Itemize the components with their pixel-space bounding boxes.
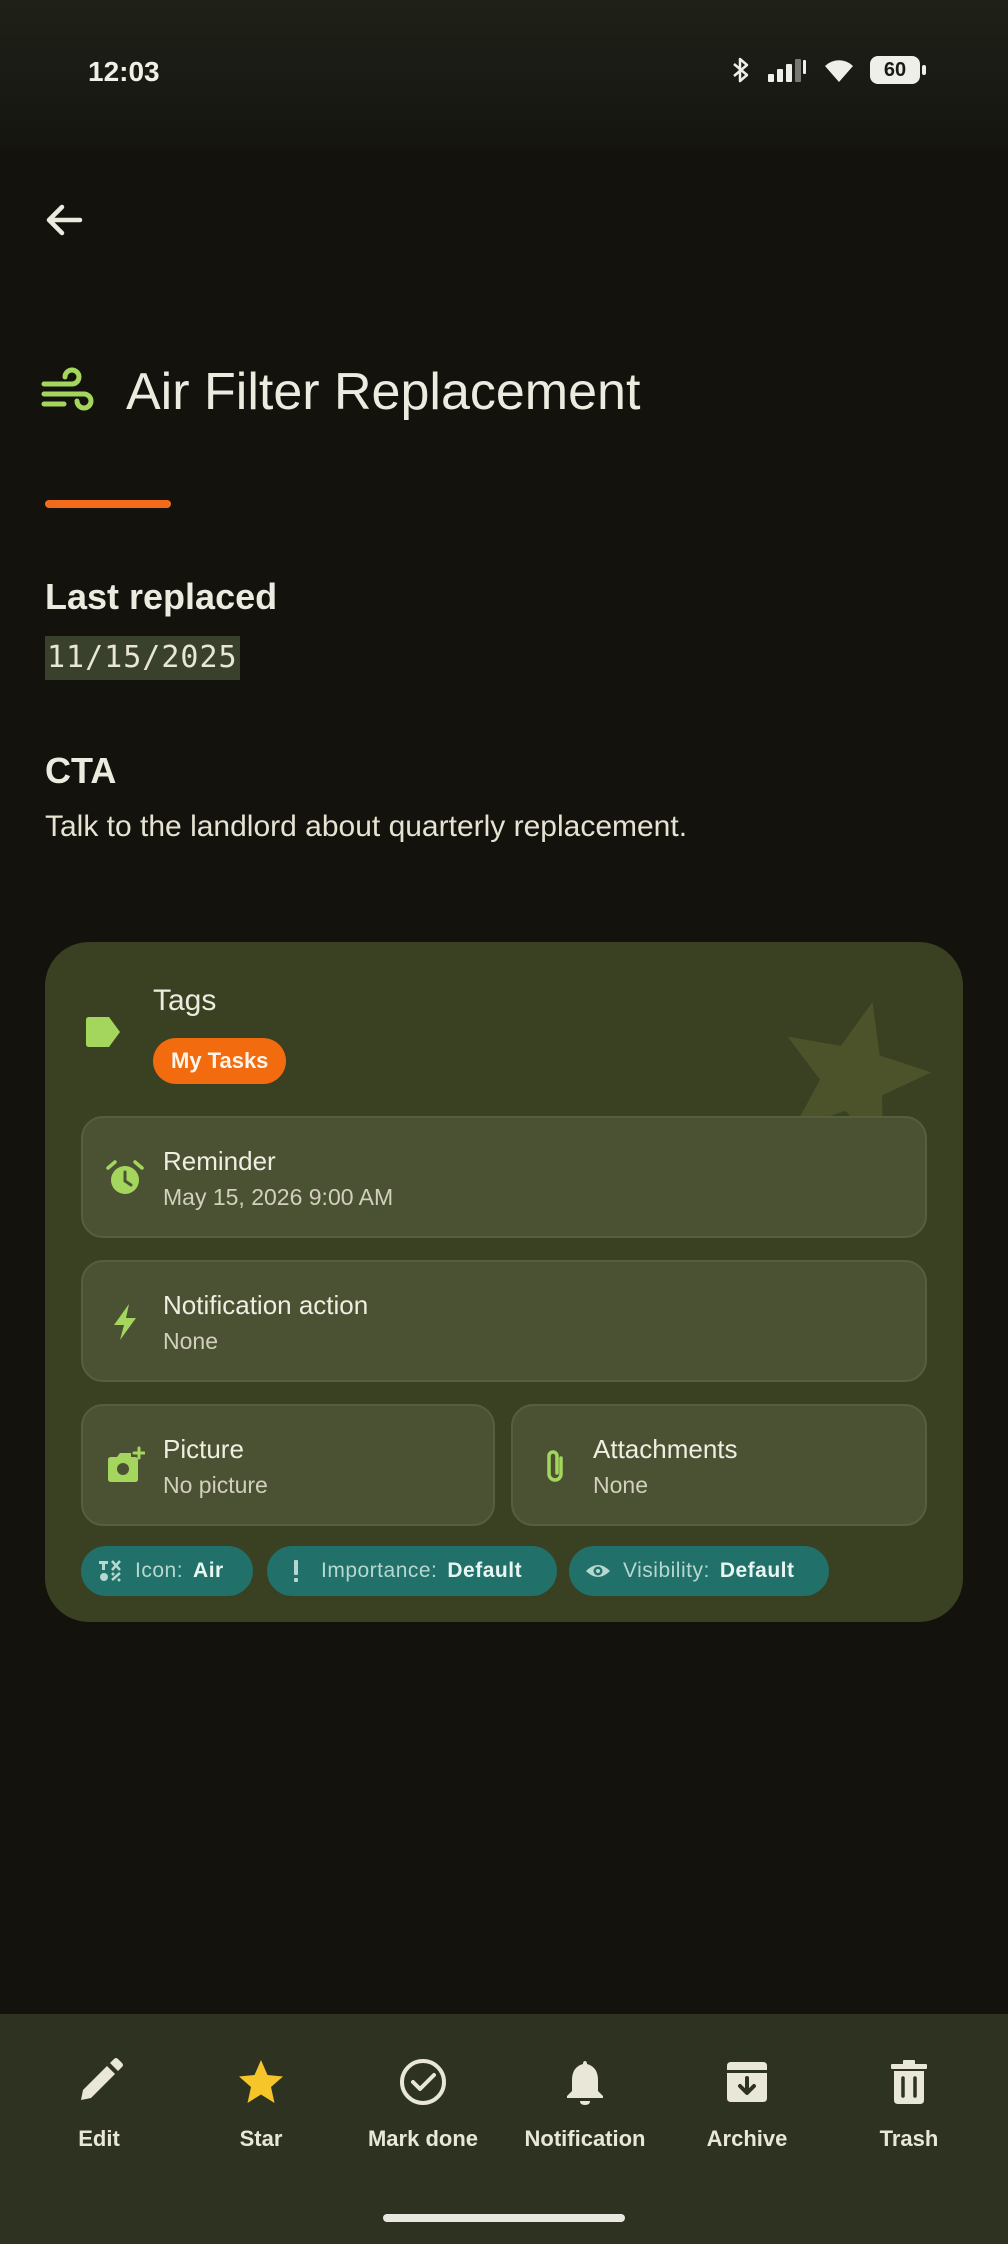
- attachments-title: Attachments: [593, 1434, 738, 1464]
- task-header: Air Filter Replacement: [40, 362, 640, 422]
- status-time: 12:03: [88, 56, 160, 87]
- star-icon: [239, 2060, 283, 2103]
- notification-action-tile[interactable]: Notification action None: [81, 1260, 927, 1382]
- paperclip-icon: [547, 1450, 563, 1482]
- visibility-chip-key: Visibility:: [623, 1559, 710, 1582]
- icon-chip[interactable]: Icon: Air: [81, 1546, 253, 1596]
- trash-icon: [891, 2060, 927, 2104]
- eye-icon: [586, 1565, 610, 1577]
- wifi-icon: [825, 60, 853, 82]
- star-label: Star: [239, 2126, 283, 2151]
- importance-chip[interactable]: Importance: Default: [267, 1546, 557, 1596]
- edit-label: Edit: [78, 2126, 120, 2151]
- picture-value: No picture: [163, 1472, 268, 1498]
- icon-chip-value: Air: [193, 1559, 224, 1582]
- reminder-title: Reminder: [163, 1146, 276, 1176]
- trash-label: Trash: [879, 2126, 939, 2151]
- bottom-action-bar: Edit Star Mark done Notification Archive: [0, 2014, 1008, 2244]
- bluetooth-icon: [733, 57, 749, 83]
- edit-button[interactable]: Edit: [19, 2056, 179, 2176]
- tag-icon: [86, 1017, 120, 1047]
- add-photo-icon: [108, 1446, 145, 1482]
- attachments-value: None: [593, 1472, 648, 1498]
- picture-title: Picture: [163, 1434, 244, 1464]
- status-bar: 12:03 60: [0, 0, 1008, 150]
- importance-chip-key: Importance:: [321, 1559, 438, 1582]
- status-icons: 60: [730, 56, 926, 84]
- importance-chip-value: Default: [447, 1559, 523, 1582]
- check-circle-icon: [400, 2059, 446, 2105]
- section-label-last-replaced: Last replaced: [45, 576, 278, 617]
- section-label-cta: CTA: [45, 750, 117, 791]
- visibility-chip-value: Default: [719, 1559, 795, 1582]
- back-arrow-icon[interactable]: [40, 196, 88, 244]
- bell-icon: [567, 2061, 603, 2105]
- notification-label: Notification: [524, 2126, 646, 2151]
- last-replaced-date[interactable]: 11/15/2025: [45, 636, 240, 680]
- trash-button[interactable]: Trash: [829, 2056, 989, 2176]
- air-wind-icon: [41, 367, 94, 411]
- reminder-tile[interactable]: Reminder May 15, 2026 9:00 AM: [81, 1116, 927, 1238]
- alarm-clock-icon: [106, 1160, 144, 1194]
- icon-picker-icon: [99, 1560, 121, 1582]
- exclamation-icon: [294, 1560, 298, 1582]
- task-properties-card: Tags My Tasks Reminder May 15, 2026 9:00…: [45, 942, 963, 1622]
- signal-icon: [768, 59, 806, 82]
- archive-button[interactable]: Archive: [667, 2056, 827, 2176]
- icon-chip-key: Icon:: [135, 1559, 184, 1582]
- reminder-value: May 15, 2026 9:00 AM: [163, 1184, 394, 1210]
- lightning-bolt-icon: [114, 1304, 136, 1340]
- picture-tile[interactable]: Picture No picture: [81, 1404, 495, 1526]
- home-indicator[interactable]: [383, 2214, 625, 2222]
- title-accent-divider: [45, 500, 171, 508]
- cta-text: Talk to the landlord about quarterly rep…: [45, 810, 688, 843]
- battery-indicator: 60: [870, 56, 926, 84]
- page-title: Air Filter Replacement: [126, 363, 641, 421]
- mark-done-button[interactable]: Mark done: [343, 2056, 503, 2176]
- archive-icon: [727, 2062, 767, 2102]
- visibility-chip[interactable]: Visibility: Default: [569, 1546, 829, 1596]
- notification-action-value: None: [163, 1328, 218, 1354]
- pencil-icon: [81, 2058, 123, 2100]
- tag-chip-my-tasks[interactable]: My Tasks: [153, 1038, 287, 1084]
- notification-button[interactable]: Notification: [505, 2056, 665, 2176]
- mark-done-label: Mark done: [367, 2126, 479, 2151]
- tags-label: Tags: [153, 984, 217, 1017]
- star-button[interactable]: Star: [181, 2056, 341, 2176]
- attachments-tile[interactable]: Attachments None: [511, 1404, 927, 1526]
- archive-label: Archive: [706, 2126, 788, 2151]
- notification-action-title: Notification action: [163, 1290, 369, 1320]
